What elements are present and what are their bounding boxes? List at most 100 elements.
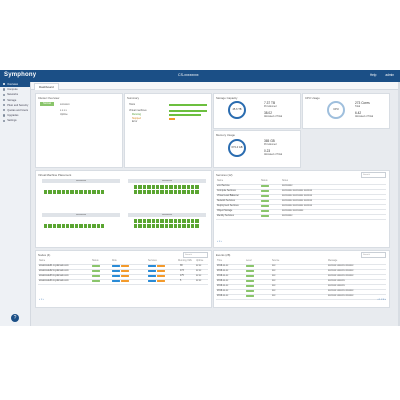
vm-block[interactable] [177, 224, 182, 228]
vm-block[interactable] [195, 224, 199, 228]
col-name[interactable]: Name [217, 180, 223, 182]
services-pager[interactable]: « 1 » [217, 241, 222, 243]
vm-block[interactable] [164, 190, 169, 194]
vm-block[interactable] [177, 190, 182, 194]
col-level[interactable]: Level [246, 260, 252, 262]
vm-block[interactable] [173, 185, 177, 189]
vm-block[interactable] [186, 190, 191, 194]
vm-block[interactable] [134, 219, 138, 223]
vm-block[interactable] [186, 185, 191, 189]
vm-block[interactable] [87, 224, 92, 228]
col-status[interactable]: Status [261, 180, 268, 182]
vm-block[interactable] [52, 224, 57, 228]
cluster-selector[interactable]: CS-xxxxxxxx [178, 73, 199, 77]
vm-block[interactable] [87, 190, 92, 194]
vm-block[interactable] [164, 185, 169, 189]
services-search-input[interactable]: Search [361, 172, 386, 178]
vm-block[interactable] [138, 224, 142, 228]
vm-block[interactable] [142, 224, 147, 228]
vm-block[interactable] [96, 190, 101, 194]
vm-block[interactable] [182, 224, 186, 228]
col-services[interactable]: Services [148, 260, 157, 262]
vm-block[interactable] [70, 224, 74, 228]
vm-block[interactable] [182, 219, 186, 223]
vm-block[interactable] [134, 185, 138, 189]
col-running-vms[interactable]: Running VMs [178, 260, 192, 262]
vm-block[interactable] [92, 224, 96, 228]
vm-block[interactable] [173, 190, 177, 194]
vm-block[interactable] [142, 219, 147, 223]
vm-block[interactable] [44, 224, 48, 228]
vm-block[interactable] [74, 190, 79, 194]
vm-block[interactable] [138, 185, 142, 189]
vm-block[interactable] [57, 190, 61, 194]
vm-block[interactable] [79, 224, 83, 228]
vm-block[interactable] [92, 190, 96, 194]
vm-block[interactable] [195, 185, 199, 189]
vm-block[interactable] [177, 185, 182, 189]
vm-block[interactable] [101, 190, 105, 194]
vm-block[interactable] [182, 185, 186, 189]
vm-block[interactable] [142, 190, 147, 194]
vm-block[interactable] [155, 219, 160, 223]
vm-block[interactable] [191, 190, 195, 194]
vm-block[interactable] [160, 219, 164, 223]
col-time[interactable]: Time [217, 260, 222, 262]
vm-block[interactable] [186, 219, 191, 223]
vm-block[interactable] [155, 185, 160, 189]
vm-block[interactable] [173, 219, 177, 223]
vm-block[interactable] [48, 190, 52, 194]
vm-block[interactable] [151, 219, 155, 223]
help-link[interactable]: Help [370, 73, 377, 77]
vm-block[interactable] [74, 224, 79, 228]
col-uptime[interactable]: Uptime [196, 260, 203, 262]
table-row[interactable]: 2019-xx-xx xxx xxxxxxx xxxxxxx xxxxxxx [216, 294, 386, 300]
vm-block[interactable] [142, 185, 147, 189]
vm-block[interactable] [83, 190, 87, 194]
vm-block[interactable] [164, 219, 169, 223]
events-search-input[interactable]: Search [361, 252, 386, 258]
vm-block[interactable] [79, 190, 83, 194]
vm-block[interactable] [52, 190, 57, 194]
vm-block[interactable] [134, 224, 138, 228]
vm-block[interactable] [160, 190, 164, 194]
table-row[interactable]: stratonode04.mydomain.com 5 xx:xx [38, 279, 208, 285]
vm-block[interactable] [70, 190, 74, 194]
vm-block[interactable] [134, 190, 138, 194]
nodes-pager[interactable]: « 1 » [39, 299, 44, 301]
vm-block[interactable] [173, 224, 177, 228]
col-name[interactable]: Name [39, 260, 45, 262]
vm-block[interactable] [164, 224, 169, 228]
col-message[interactable]: Message [328, 260, 337, 262]
vm-block[interactable] [61, 190, 65, 194]
vm-block[interactable] [147, 185, 151, 189]
vm-block[interactable] [186, 224, 191, 228]
vm-block[interactable] [191, 185, 195, 189]
vm-block[interactable] [155, 224, 160, 228]
events-pager[interactable]: « 1 2 3 » [377, 299, 386, 301]
vm-block[interactable] [57, 224, 61, 228]
vm-block[interactable] [191, 224, 195, 228]
vm-block[interactable] [177, 219, 182, 223]
vm-block[interactable] [195, 219, 199, 223]
tab-dashboard[interactable]: Dashboard [34, 83, 59, 90]
vm-block[interactable] [151, 185, 155, 189]
vm-block[interactable] [138, 190, 142, 194]
vm-block[interactable] [169, 224, 173, 228]
vm-block[interactable] [151, 224, 155, 228]
vm-block[interactable] [44, 190, 48, 194]
vm-block[interactable] [195, 190, 199, 194]
vm-block[interactable] [96, 224, 101, 228]
vm-block[interactable] [155, 190, 160, 194]
vm-block[interactable] [160, 185, 164, 189]
vm-block[interactable] [65, 224, 70, 228]
col-role[interactable]: Role [112, 260, 117, 262]
vm-block[interactable] [83, 224, 87, 228]
sidebar-item-settings[interactable]: Settings [0, 118, 30, 123]
vm-block[interactable] [169, 190, 173, 194]
vm-block[interactable] [147, 224, 151, 228]
vm-block[interactable] [191, 219, 195, 223]
vm-block[interactable] [48, 224, 52, 228]
vm-block[interactable] [147, 190, 151, 194]
table-row[interactable]: Identity Services xxxxxxxxx [216, 214, 386, 220]
